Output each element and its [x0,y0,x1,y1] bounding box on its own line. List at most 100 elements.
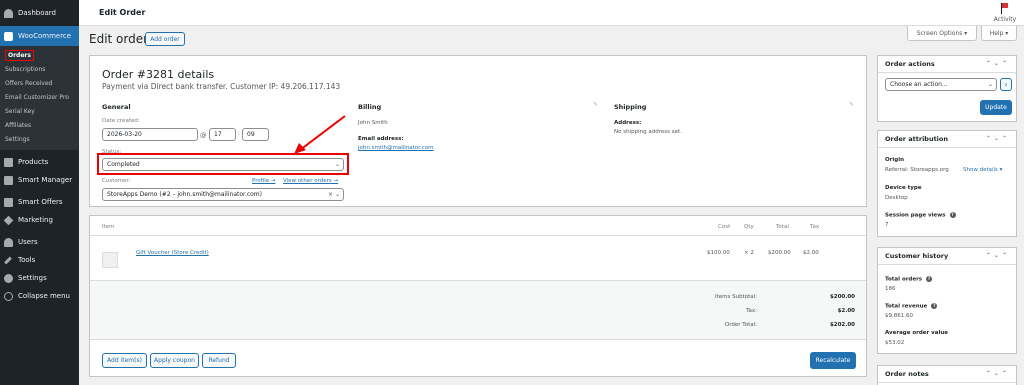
help-icon[interactable]: ? [931,303,938,309]
screen-options-tab[interactable]: Screen Options ▾ [907,26,977,41]
chevron-down-icon: ⌄ [987,81,993,88]
add-items-button[interactable]: Add item(s) [102,353,147,368]
profile-link[interactable]: Profile → [252,178,275,184]
hour-input[interactable]: 17 [209,128,236,141]
activity-label: Activity [993,16,1017,23]
product-name-link[interactable]: Gift Voucher (Store Credit) [136,250,209,256]
help-tab[interactable]: Help ▾ [981,26,1017,41]
order-total-label: Order Total: [724,322,757,328]
customer-value: StoreApps Demo (#2 – john.smith@mailinat… [107,191,262,198]
update-button[interactable]: Update [980,100,1012,115]
sidebar-item-smart-manager[interactable]: Smart Manager [0,171,79,189]
box-controls-icons[interactable]: ⌃⌄⌃ [986,252,1010,259]
device-type-label: Device type [885,185,922,191]
minute-input[interactable]: 09 [242,128,269,141]
sidebar-item-users[interactable]: Users [0,233,79,251]
apply-action-button[interactable]: › [1000,78,1012,91]
total-column-header: Total [776,224,789,230]
order-actions-box: Order actions ⌃⌄⌃ Choose an action... ⌄ … [877,55,1017,122]
submenu-item-subscriptions[interactable]: Subscriptions [0,62,79,76]
customer-history-title: Customer history [885,252,949,260]
order-total-value: $202.00 [829,322,855,328]
order-notes-box: Order notes ⌃⌄⌃ [877,365,1017,385]
sidebar-item-products[interactable]: Products [0,153,79,171]
flag-icon [1000,3,1010,14]
item-total: $200.00 [768,250,791,256]
box-controls-icons[interactable]: ⌃⌄⌃ [986,370,1010,377]
total-orders-label: Total orders? [885,276,933,283]
customer-history-header[interactable]: Customer history ⌃⌄⌃ [878,248,1016,265]
sidebar-item-dashboard[interactable]: Dashboard [0,4,79,22]
time-separator: : [238,131,240,137]
order-notes-title: Order notes [885,370,929,378]
items-subtotal-value: $200.00 [829,294,855,300]
customer-select[interactable]: StoreApps Demo (#2 – john.smith@mailinat… [102,188,344,201]
edit-shipping-pencil-icon[interactable]: ✎ [849,101,854,108]
topbar-title: Edit Order [99,8,146,17]
collapse-icon [4,291,13,301]
box-controls-icons[interactable]: ⌃⌄⌃ [986,135,1010,142]
screen-options-label: Screen Options [916,29,963,37]
submenu-item-serial-key[interactable]: Serial Key [0,104,79,118]
average-order-value-label: Average order value [885,330,948,336]
billing-name: John Smith [358,120,388,126]
box-controls-icons[interactable]: ⌃⌄⌃ [986,60,1010,67]
tax-total-label: Tax: [746,308,757,314]
submenu-item-offers-received[interactable]: Offers Received [0,76,79,90]
sidebar-item-marketing[interactable]: Marketing [0,211,79,229]
sidebar-item-tools[interactable]: Tools [0,251,79,269]
origin-label: Origin [885,157,905,163]
submenu-item-email-customizer[interactable]: Email Customizer Pro [0,90,79,104]
woocommerce-icon [4,31,13,41]
add-order-button[interactable]: Add order [145,32,185,46]
order-attribution-header[interactable]: Order attribution ⌃⌄⌃ [878,131,1016,148]
sidebar-item-smart-offers[interactable]: Smart Offers [0,193,79,211]
order-actions-title: Order actions [885,60,935,68]
clear-and-chevron-icon: × ⌄ [328,191,340,198]
submenu-item-affiliates[interactable]: Affiliates [0,118,79,132]
general-heading: General [102,103,131,111]
submenu-item-settings[interactable]: Settings [0,132,79,146]
session-label-text: Session page views [885,212,946,219]
submenu-item-orders[interactable]: Orders [0,48,79,62]
total-revenue-value: $9,861.60 [885,313,913,319]
item-qty: × 2 [744,250,754,256]
smart-offers-icon [4,197,13,207]
refund-button[interactable]: Refund [202,353,236,368]
order-action-value: Choose an action... [890,81,948,88]
woocommerce-submenu: Orders Subscriptions Offers Received Ema… [0,46,79,150]
customer-history-box: Customer history ⌃⌄⌃ Total orders? 186 T… [877,247,1017,354]
sidebar-item-woocommerce[interactable]: WooCommerce [0,26,79,46]
admin-sidebar: Dashboard WooCommerce Orders Subscriptio… [0,0,79,385]
item-cost: $100.00 [707,250,730,256]
at-symbol: @ [200,131,207,139]
help-icon[interactable]: ? [926,276,933,282]
products-icon [4,157,13,167]
activity-button[interactable]: Activity [990,3,1020,23]
sidebar-item-label: Collapse menu [18,292,70,300]
show-details-link[interactable]: Show details ▾ [963,167,1002,173]
order-attribution-box: Order attribution ⌃⌄⌃ Origin Referral: S… [877,130,1017,237]
recalculate-button[interactable]: Recalculate [810,352,856,369]
shipping-heading: Shipping [614,103,647,111]
help-icon[interactable]: ? [949,212,956,218]
product-thumbnail [102,252,118,268]
sidebar-item-label: Tools [18,256,36,264]
order-actions-header[interactable]: Order actions ⌃⌄⌃ [878,56,1016,73]
sidebar-item-settings[interactable]: Settings [0,269,79,287]
billing-email-link[interactable]: john.smith@mailinator.com [358,145,433,151]
apply-coupon-button[interactable]: Apply coupon [150,353,199,368]
session-page-views-value: 7 [885,222,889,228]
users-icon [4,237,13,247]
order-action-select[interactable]: Choose an action... ⌄ [885,78,997,91]
date-created-input[interactable]: 2026-03-20 [102,128,198,141]
edit-billing-pencil-icon[interactable]: ✎ [593,101,598,108]
marketing-icon [3,215,14,225]
order-notes-header[interactable]: Order notes ⌃⌄⌃ [878,366,1016,383]
order-details-panel: Order #3281 details Payment via Direct b… [89,55,867,207]
tools-icon [4,256,13,265]
view-other-orders-link[interactable]: View other orders → [283,178,338,184]
item-column-header: Item [102,224,115,230]
collapse-menu-button[interactable]: Collapse menu [0,287,79,305]
order-items-panel: Item Cost Qty Total Tax Gift Voucher (St… [89,215,867,377]
